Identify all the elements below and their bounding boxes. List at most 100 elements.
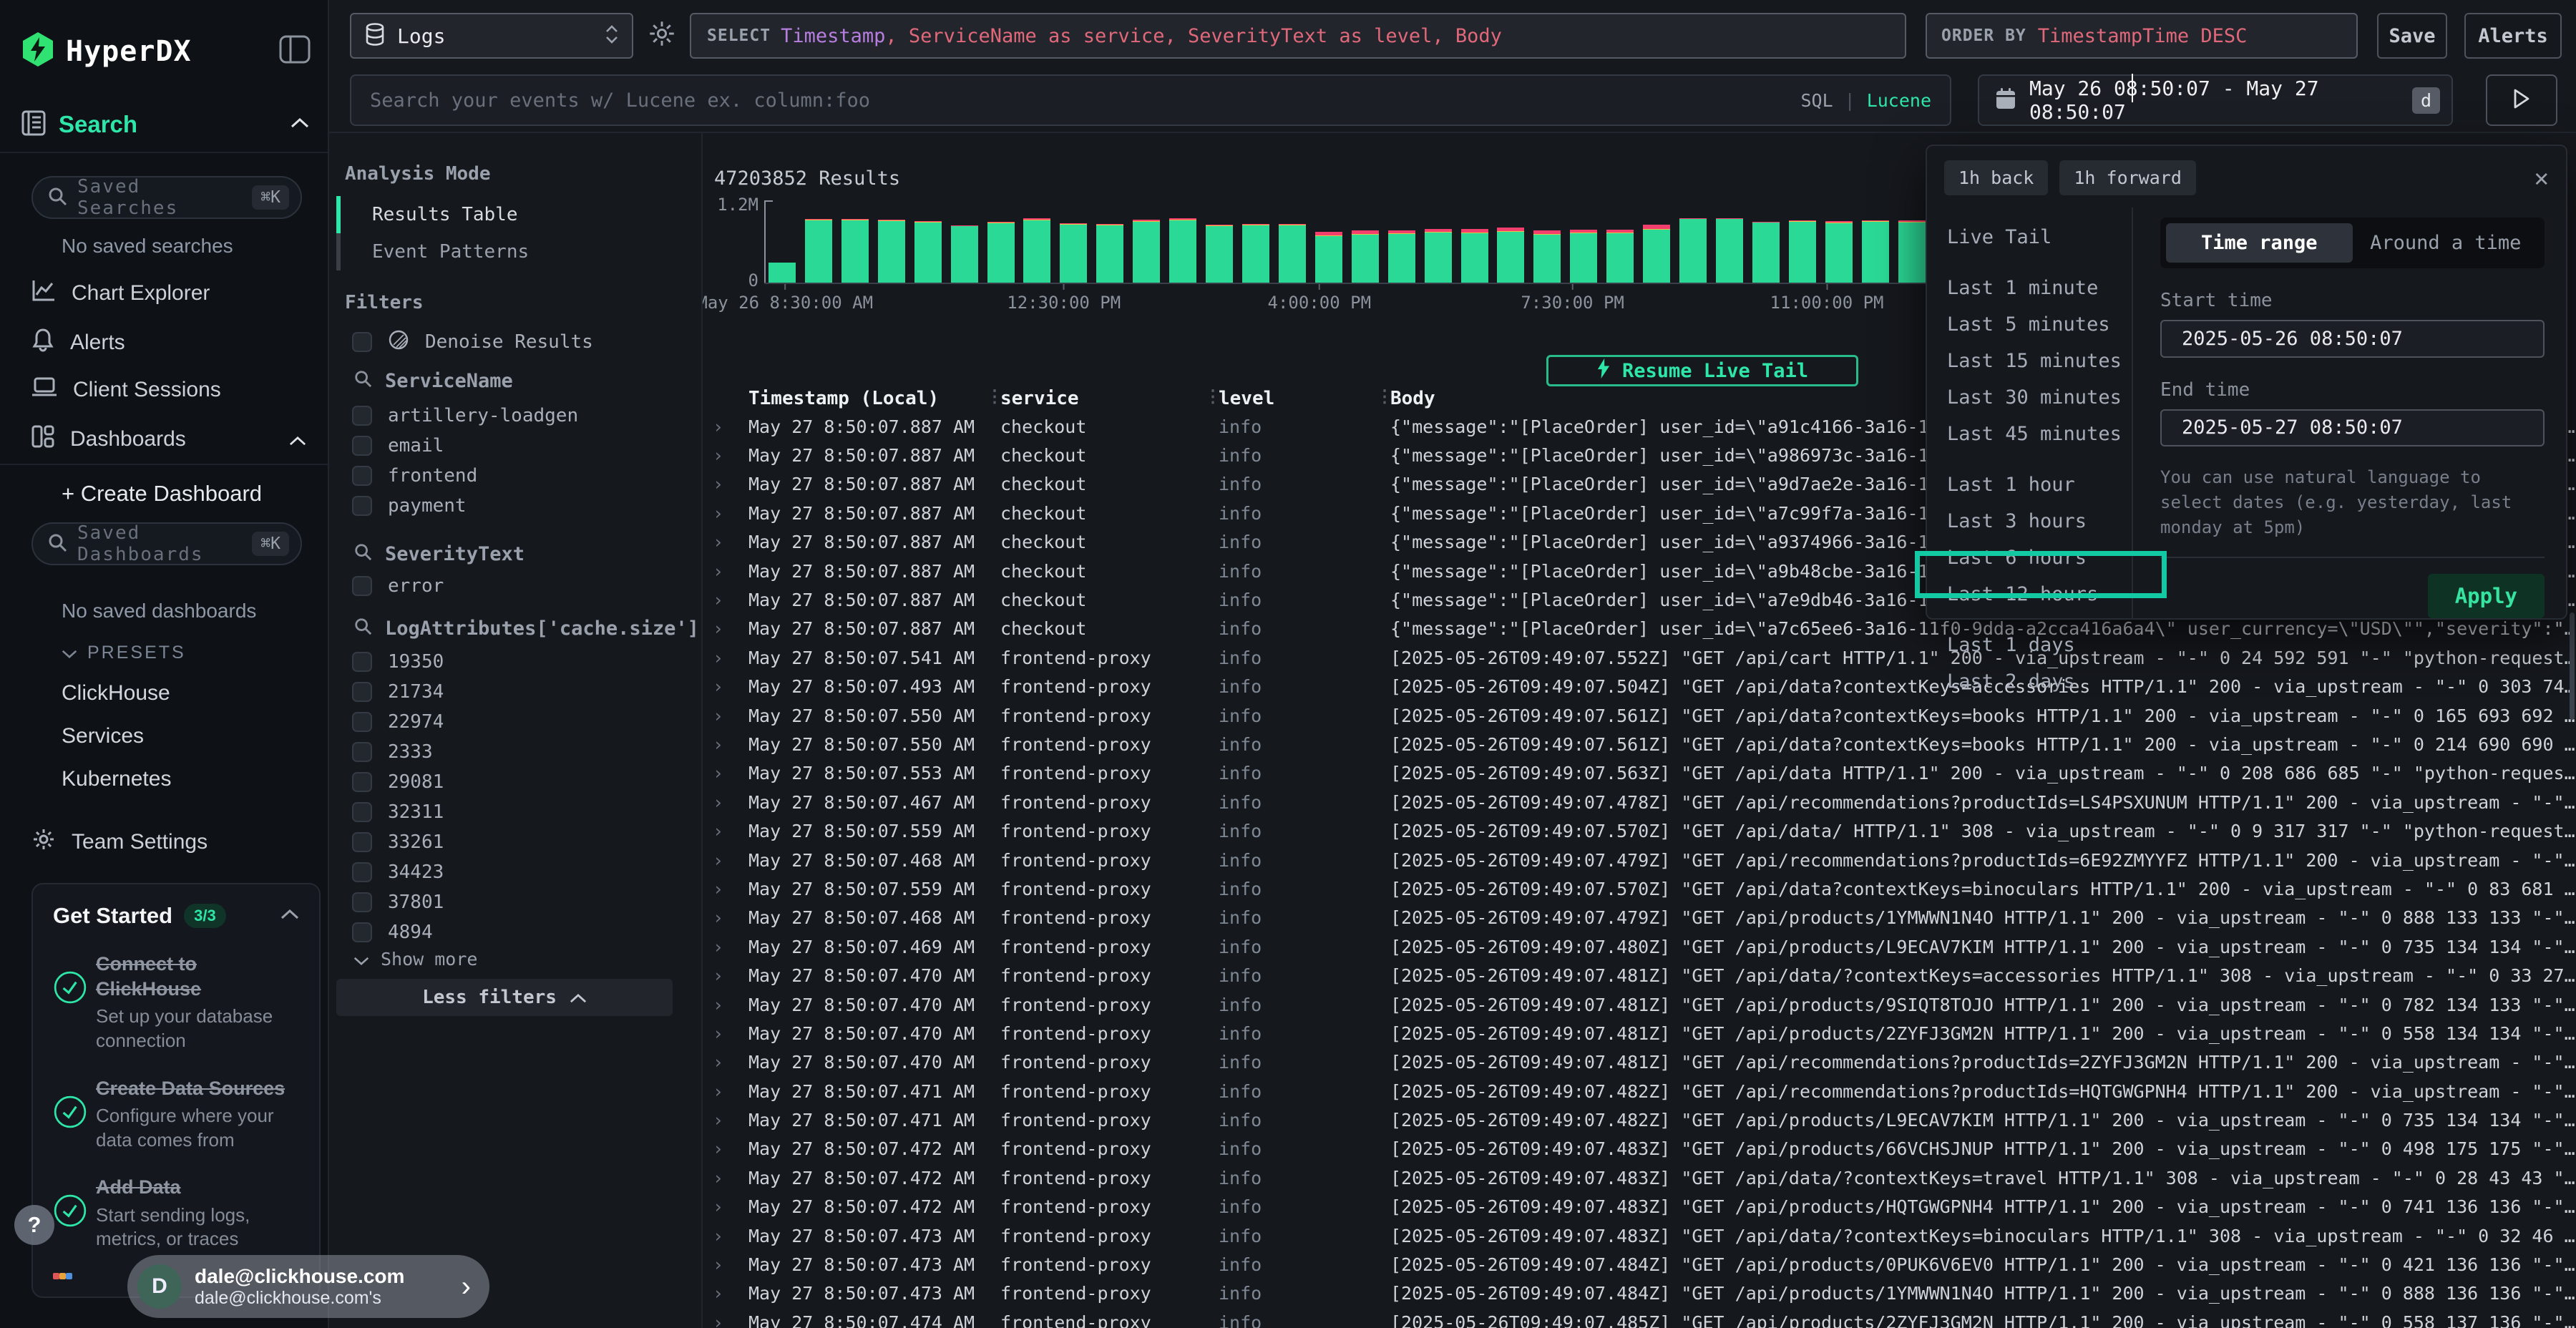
table-row[interactable]: › May 27 8:50:07.473 AM frontend-proxy i… [708, 1279, 2576, 1308]
histogram-bar[interactable] [1096, 224, 1123, 283]
team-settings-item[interactable]: Team Settings [31, 827, 306, 857]
histogram-bar[interactable] [1679, 218, 1707, 283]
table-row[interactable]: › May 27 8:50:07.471 AM frontend-proxy i… [708, 1105, 2576, 1134]
checkbox[interactable] [352, 772, 372, 792]
time-preset[interactable]: Last 3 hours [1947, 503, 2132, 540]
histogram-bar[interactable] [1825, 221, 1853, 283]
histogram-bar[interactable] [1461, 229, 1488, 283]
table-row[interactable]: › May 27 8:50:07.473 AM frontend-proxy i… [708, 1221, 2576, 1250]
row-expand-icon[interactable]: › [708, 1138, 738, 1159]
filter-option[interactable]: artillery-loadgen [352, 401, 690, 431]
time-preset[interactable]: Last 1 hour [1947, 467, 2132, 503]
column-resize-handle[interactable]: ⋮ [986, 386, 1003, 406]
table-row[interactable]: › May 27 8:50:07.493 AM frontend-proxy i… [708, 673, 2576, 701]
results-histogram[interactable] [764, 200, 1926, 283]
column-resize-handle[interactable]: ⋮ [1376, 386, 1393, 406]
row-expand-icon[interactable]: › [708, 763, 738, 783]
lang-lucene-toggle[interactable]: Lucene [1867, 90, 1931, 111]
preset-kubernetes[interactable]: Kubernetes [62, 767, 171, 791]
get-started-step[interactable]: Connect to ClickHouse Set up your databa… [53, 952, 299, 1053]
table-row[interactable]: › May 27 8:50:07.559 AM frontend-proxy i… [708, 816, 2576, 845]
sidebar-item-chart-explorer[interactable]: Chart Explorer [31, 279, 306, 308]
filter-option[interactable]: 2333 [352, 737, 690, 767]
histogram-bar[interactable] [1533, 230, 1561, 283]
table-row[interactable]: › May 27 8:50:07.472 AM frontend-proxy i… [708, 1135, 2576, 1163]
checkbox[interactable] [352, 742, 372, 762]
table-row[interactable]: › May 27 8:50:07.470 AM frontend-proxy i… [708, 961, 2576, 990]
scrollbar-thumb[interactable] [2570, 612, 2575, 720]
checkbox[interactable] [352, 406, 372, 426]
histogram-bar[interactable] [1716, 218, 1743, 283]
saved-dashboards-input[interactable]: Saved Dashboards ⌘K [31, 522, 302, 565]
row-expand-icon[interactable]: › [708, 1226, 738, 1246]
histogram-bar[interactable] [878, 220, 905, 283]
time-preset[interactable]: Last 30 minutes [1947, 379, 2132, 416]
row-expand-icon[interactable]: › [708, 1023, 738, 1044]
table-row[interactable]: › May 27 8:50:07.470 AM frontend-proxy i… [708, 990, 2576, 1019]
filter-option[interactable]: 19350 [352, 647, 690, 677]
filter-option[interactable]: payment [352, 491, 690, 521]
table-row[interactable]: › May 27 8:50:07.467 AM frontend-proxy i… [708, 788, 2576, 816]
filter-option[interactable]: 34423 [352, 857, 690, 887]
checkbox[interactable] [352, 832, 372, 852]
filter-option[interactable]: 21734 [352, 677, 690, 707]
search-icon[interactable] [353, 617, 372, 640]
filter-option[interactable]: frontend [352, 461, 690, 491]
histogram-bar[interactable] [987, 222, 1015, 283]
row-expand-icon[interactable]: › [708, 503, 738, 524]
row-expand-icon[interactable]: › [708, 416, 738, 437]
filter-option[interactable]: email [352, 431, 690, 461]
table-row[interactable]: › May 27 8:50:07.559 AM frontend-proxy i… [708, 874, 2576, 903]
histogram-bar[interactable] [951, 225, 978, 283]
table-row[interactable]: › May 27 8:50:07.468 AM frontend-proxy i… [708, 846, 2576, 874]
histogram-bar[interactable] [1497, 228, 1524, 283]
tab-time-range[interactable]: Time range [2166, 223, 2353, 263]
histogram-bar[interactable] [914, 221, 942, 283]
save-button[interactable]: Save [2377, 13, 2447, 59]
histogram-bar[interactable] [1425, 229, 1452, 283]
checkbox[interactable] [352, 436, 372, 456]
preset-live-tail[interactable]: Live Tail [1947, 219, 2132, 255]
chevron-up-icon[interactable] [289, 427, 306, 451]
histogram-bar[interactable] [1206, 225, 1233, 283]
row-expand-icon[interactable]: › [708, 821, 738, 841]
checkbox[interactable] [352, 802, 372, 822]
start-time-input[interactable]: 2025-05-26 08:50:07 [2160, 320, 2545, 358]
search-icon[interactable] [353, 369, 372, 393]
row-expand-icon[interactable]: › [708, 1283, 738, 1304]
chevron-up-icon[interactable] [291, 118, 309, 132]
row-expand-icon[interactable]: › [708, 792, 738, 813]
time-preset[interactable]: Last 5 minutes [1947, 306, 2132, 343]
sidebar-item-search[interactable]: Search [21, 102, 309, 147]
histogram-bar[interactable] [1352, 230, 1379, 283]
row-expand-icon[interactable]: › [708, 1196, 738, 1217]
histogram-bar[interactable] [1789, 220, 1816, 283]
row-expand-icon[interactable]: › [708, 706, 738, 726]
row-expand-icon[interactable]: › [708, 907, 738, 928]
chevron-up-icon[interactable] [280, 909, 299, 923]
histogram-bar[interactable] [1643, 225, 1670, 283]
filter-option[interactable]: error [352, 571, 690, 601]
row-expand-icon[interactable]: › [708, 850, 738, 871]
sidebar-collapse-icon[interactable] [279, 35, 311, 67]
sidebar-item-alerts[interactable]: Alerts [31, 328, 306, 358]
histogram-bar[interactable] [1570, 230, 1597, 283]
histogram-bar[interactable] [1133, 220, 1160, 283]
filter-option[interactable]: 32311 [352, 797, 690, 827]
help-button[interactable]: ? [14, 1205, 54, 1245]
checkbox[interactable] [352, 652, 372, 672]
histogram-bar[interactable] [1862, 220, 1889, 283]
row-expand-icon[interactable]: › [708, 532, 738, 552]
table-row[interactable]: › May 27 8:50:07.553 AM frontend-proxy i… [708, 759, 2576, 788]
row-expand-icon[interactable]: › [708, 445, 738, 466]
histogram-bar[interactable] [1752, 222, 1780, 283]
select-query-input[interactable]: SELECT Timestamp, ServiceName as service… [690, 13, 1906, 59]
filter-option[interactable]: 29081 [352, 767, 690, 797]
checkbox[interactable] [352, 892, 372, 912]
get-started-step[interactable]: Create Data Sources Configure where your… [53, 1076, 299, 1153]
mode-event-patterns[interactable]: Event Patterns [336, 233, 687, 270]
table-row[interactable]: › May 27 8:50:07.550 AM frontend-proxy i… [708, 701, 2576, 730]
preset-clickhouse[interactable]: ClickHouse [62, 681, 170, 706]
histogram-bar[interactable] [769, 263, 796, 283]
row-expand-icon[interactable]: › [708, 618, 738, 639]
